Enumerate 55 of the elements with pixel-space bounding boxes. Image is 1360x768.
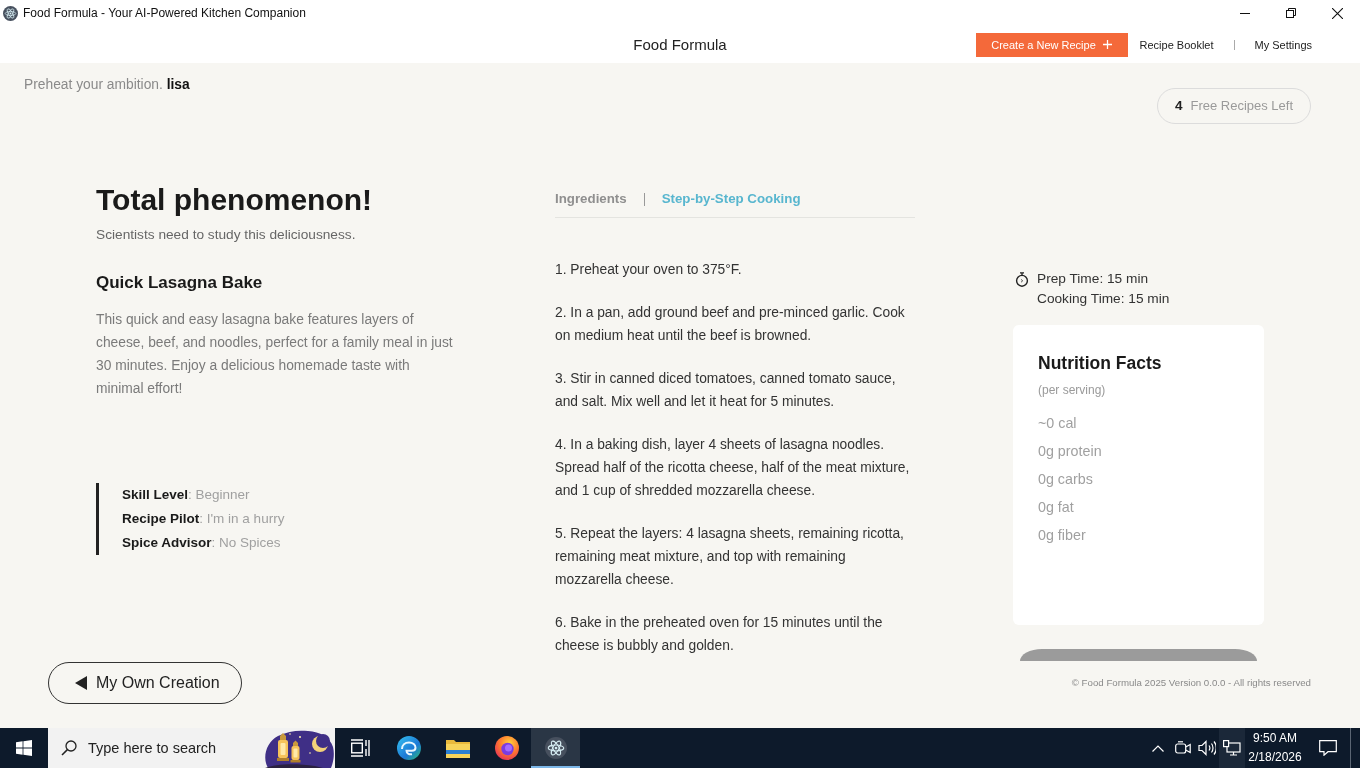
nutrition-item: ~0 cal bbox=[1038, 414, 1078, 433]
prep-time-text: Prep Time: 15 min bbox=[1037, 270, 1150, 288]
stopwatch-icon bbox=[1015, 272, 1029, 287]
app-logo-icon bbox=[3, 5, 18, 21]
nutrition-item: 0g fat bbox=[1038, 498, 1075, 517]
back-triangle-icon bbox=[75, 676, 87, 690]
task-view-icon bbox=[349, 739, 370, 757]
cooking-time-text: Cooking Time: 15 min bbox=[1037, 290, 1170, 308]
speaker-icon bbox=[1198, 740, 1216, 756]
step-text: 2. In a pan, add ground beef and pre-minced garlic. Cook on medium heat until the beef is browned. bbox=[555, 304, 906, 345]
headline: Total phenomenon! bbox=[96, 182, 374, 218]
folder-icon bbox=[445, 738, 470, 758]
nutrition-note: (per serving) bbox=[1038, 382, 1107, 399]
camera-icon bbox=[1174, 741, 1191, 755]
step-text: 6. Bake in the preheated oven for 15 minutes until the cheese is bubbly and golden. bbox=[555, 614, 884, 655]
nutrition-item: 0g protein bbox=[1038, 442, 1103, 461]
preference-text: Spice Advisor: No Spices bbox=[122, 534, 282, 552]
chevron-up-icon bbox=[1152, 744, 1164, 752]
search-icon bbox=[61, 740, 77, 756]
greeting-text: Preheat your ambition. lisa bbox=[24, 76, 190, 94]
credits-label: Free Recipes Left bbox=[1190, 97, 1294, 116]
preference-text: Recipe Pilot: I'm in a hurry bbox=[122, 510, 286, 528]
fox-browser-icon bbox=[494, 736, 519, 760]
app-title: Food Formula bbox=[633, 34, 727, 55]
step-text: 1. Preheat your oven to 375°F. bbox=[555, 261, 743, 279]
clock-date: 2/18/2026 bbox=[1248, 749, 1302, 766]
plus-icon bbox=[1102, 40, 1112, 49]
close-icon bbox=[1331, 7, 1343, 19]
window-title: Food Formula - Your AI-Powered Kitchen Companion bbox=[23, 5, 306, 21]
nav-link[interactable]: My Settings bbox=[1254, 37, 1312, 52]
restore-icon bbox=[1286, 8, 1296, 18]
preference-text: Skill Level: Beginner bbox=[122, 486, 251, 504]
notification-icon bbox=[1318, 740, 1337, 756]
footer-text: © Food Formula 2025 Version 0.0.0 - All rights reserved bbox=[1071, 676, 1311, 690]
search-input[interactable]: Type here to search bbox=[88, 736, 238, 760]
nutrition-title: Nutrition Facts bbox=[1038, 352, 1163, 375]
subline: Scientists need to study this deliciousness. bbox=[96, 226, 357, 244]
minimize-icon bbox=[1240, 12, 1250, 14]
search-box[interactable]: Type here to search bbox=[48, 728, 335, 768]
step-text: 3. Stir in canned diced tomatoes, canned tomato sauce, and salt. Mix well and let it heat for 5 minutes. bbox=[555, 370, 897, 411]
credits-count: 4 bbox=[1174, 96, 1183, 115]
step-text: 4. In a baking dish, layer 4 sheets of lasagna noodles. Spread half of the ricotta cheese, half of the meat mixture, and 1 cup of shredded mozzarella cheese. bbox=[555, 436, 911, 500]
nav-link[interactable]: Recipe Booklet bbox=[1139, 37, 1214, 52]
atom-icon bbox=[544, 737, 567, 759]
step-text: 5. Repeat the layers: 4 lasagna sheets, remaining ricotta, remaining meat mixture, and top with remaining mozzarella cheese. bbox=[555, 525, 905, 589]
wave-browser-icon bbox=[396, 736, 421, 760]
windows-logo-icon bbox=[16, 740, 32, 756]
network-icon bbox=[1223, 740, 1241, 756]
recipe-title: Quick Lasagna Bake bbox=[96, 272, 264, 294]
taskbar-app-button[interactable] bbox=[531, 728, 580, 768]
nutrition-item: 0g fiber bbox=[1038, 526, 1087, 545]
nutrition-item: 0g carbs bbox=[1038, 470, 1094, 489]
recipe-description: This quick and easy lasagna bake features layers of cheese, beef, and noodles, perfect for a family meal in just 30 minutes. Enjoy a delicious homemade taste with minimal effort! bbox=[96, 311, 454, 398]
cut-off-button[interactable] bbox=[1020, 649, 1257, 661]
clock-time: 9:50 AM bbox=[1253, 730, 1297, 747]
